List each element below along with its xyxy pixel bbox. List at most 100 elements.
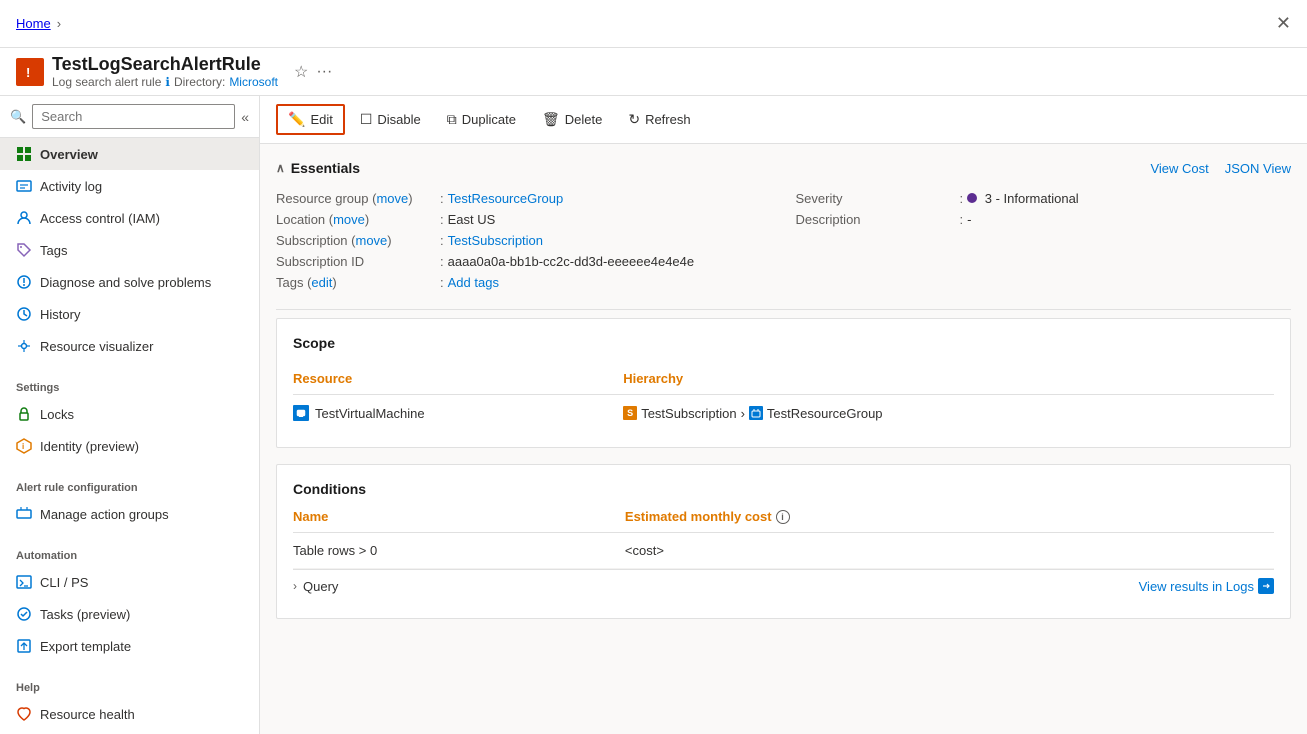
breadcrumb-chevron: › bbox=[57, 16, 61, 31]
conditions-row-cost: <cost> bbox=[625, 533, 1274, 569]
conditions-card: Conditions Name Estimated monthly cost i bbox=[276, 464, 1291, 619]
svg-text:!: ! bbox=[26, 65, 30, 80]
sidebar-item-history[interactable]: History bbox=[0, 298, 259, 330]
locks-icon bbox=[16, 406, 32, 422]
sidebar-item-diagnose[interactable]: Diagnose and solve problems bbox=[0, 266, 259, 298]
sidebar-item-label: Tags bbox=[40, 243, 67, 258]
subtitle-text: Log search alert rule bbox=[52, 75, 161, 89]
automation-section-label: Automation bbox=[0, 538, 259, 566]
essentials-collapse-icon[interactable]: ∧ bbox=[276, 161, 285, 175]
sidebar-item-locks[interactable]: Locks bbox=[0, 398, 259, 430]
directory-label: Directory: bbox=[174, 75, 225, 89]
resource-title: TestLogSearchAlertRule bbox=[52, 54, 278, 75]
scroll-indicator-down: ▼ bbox=[0, 730, 259, 734]
breadcrumb-home[interactable]: Home bbox=[16, 16, 51, 31]
rg-value-link[interactable]: TestResourceGroup bbox=[448, 191, 564, 206]
sidebar-item-manage-action[interactable]: Manage action groups bbox=[0, 498, 259, 530]
more-options-button[interactable]: ··· bbox=[316, 63, 332, 81]
sidebar-item-export[interactable]: Export template bbox=[0, 630, 259, 662]
sidebar-item-visualizer[interactable]: Resource visualizer bbox=[0, 330, 259, 362]
sub-label: Subscription (move) bbox=[276, 233, 436, 248]
sidebar-item-label: Tasks (preview) bbox=[40, 607, 130, 622]
duplicate-button[interactable]: ⧉ Duplicate bbox=[436, 105, 527, 134]
search-input[interactable] bbox=[32, 104, 235, 129]
sidebar-item-label: Resource visualizer bbox=[40, 339, 153, 354]
svg-text:i: i bbox=[22, 442, 24, 451]
scope-resource: TestVirtualMachine bbox=[293, 405, 623, 421]
essentials-row-location: Location (move) : East US bbox=[276, 209, 772, 230]
refresh-button[interactable]: ↻ Refresh bbox=[617, 105, 701, 134]
scope-table: Resource Hierarchy bbox=[293, 363, 1274, 431]
iam-icon bbox=[16, 210, 32, 226]
sidebar-item-identity[interactable]: i Identity (preview) bbox=[0, 430, 259, 462]
conditions-col-name: Name bbox=[293, 501, 625, 533]
view-cost-link[interactable]: View Cost bbox=[1150, 161, 1208, 176]
hierarchy-rg: TestResourceGroup bbox=[767, 406, 883, 421]
add-tags-link[interactable]: Add tags bbox=[448, 275, 499, 290]
edit-icon: ✏️ bbox=[288, 111, 305, 128]
essentials-row-sub: Subscription (move) : TestSubscription bbox=[276, 230, 772, 251]
sidebar: 🔍 « Overview Activity log bbox=[0, 96, 260, 734]
identity-icon: i bbox=[16, 438, 32, 454]
cost-info-icon[interactable]: i bbox=[776, 510, 790, 524]
json-view-link[interactable]: JSON View bbox=[1225, 161, 1291, 176]
sidebar-item-tasks[interactable]: Tasks (preview) bbox=[0, 598, 259, 630]
tags-value: Add tags bbox=[448, 275, 499, 290]
sub-move-link[interactable]: move bbox=[355, 233, 387, 248]
history-icon bbox=[16, 306, 32, 322]
essentials-grid: Resource group (move) : TestResourceGrou… bbox=[276, 188, 1291, 293]
essentials-links: View Cost JSON View bbox=[1150, 161, 1291, 176]
edit-button[interactable]: ✏️ Edit bbox=[276, 104, 345, 135]
tags-edit-link[interactable]: edit bbox=[311, 275, 332, 290]
resource-subtitle: Log search alert rule ℹ Directory: Micro… bbox=[52, 75, 278, 89]
sidebar-collapse-button[interactable]: « bbox=[241, 109, 249, 125]
rg-label: Resource group (move) bbox=[276, 191, 436, 206]
close-button[interactable]: ✕ bbox=[1276, 13, 1291, 34]
severity-dot bbox=[967, 193, 977, 203]
severity-value: 3 - Informational bbox=[967, 191, 1079, 206]
rg-value: TestResourceGroup bbox=[448, 191, 564, 206]
sidebar-item-label: Activity log bbox=[40, 179, 102, 194]
sidebar-item-label: Locks bbox=[40, 407, 74, 422]
sidebar-search-container: 🔍 « bbox=[0, 96, 259, 138]
export-icon bbox=[16, 638, 32, 654]
manage-icon bbox=[16, 506, 32, 522]
hierarchy-arrow: › bbox=[741, 406, 745, 421]
query-left: › Query bbox=[293, 579, 338, 594]
sidebar-item-label: Diagnose and solve problems bbox=[40, 275, 211, 290]
breadcrumb: Home › bbox=[16, 16, 63, 31]
disable-button[interactable]: ☐ Disable bbox=[349, 105, 432, 134]
settings-section-label: Settings bbox=[0, 370, 259, 398]
alert-section-label: Alert rule configuration bbox=[0, 470, 259, 498]
essentials-row-tags: Tags (edit) : Add tags bbox=[276, 272, 772, 293]
sidebar-item-iam[interactable]: Access control (IAM) bbox=[0, 202, 259, 234]
resource-header: ! TestLogSearchAlertRule Log search aler… bbox=[0, 48, 1307, 96]
scope-row: TestVirtualMachine S TestSubscription › bbox=[293, 395, 1274, 432]
rg-move-link[interactable]: move bbox=[376, 191, 408, 206]
query-label: Query bbox=[303, 579, 338, 594]
sidebar-item-tags[interactable]: Tags bbox=[0, 234, 259, 266]
sidebar-item-resource-health[interactable]: Resource health bbox=[0, 698, 259, 730]
sidebar-item-activity-log[interactable]: Activity log bbox=[0, 170, 259, 202]
delete-button[interactable]: 🗑 Delete bbox=[531, 105, 613, 134]
resource-group-icon bbox=[749, 406, 763, 420]
essentials-title: ∧ Essentials bbox=[276, 160, 360, 176]
essentials-divider bbox=[276, 309, 1291, 310]
favorite-button[interactable]: ☆ bbox=[294, 62, 308, 82]
location-move-link[interactable]: move bbox=[333, 212, 365, 227]
sidebar-item-cli[interactable]: CLI / PS bbox=[0, 566, 259, 598]
resource-title-block: TestLogSearchAlertRule Log search alert … bbox=[52, 54, 278, 89]
location-value: East US bbox=[448, 212, 496, 227]
scope-card: Scope Resource Hierarchy bbox=[276, 318, 1291, 448]
query-chevron-icon[interactable]: › bbox=[293, 579, 297, 593]
sub-value-link[interactable]: TestSubscription bbox=[448, 233, 543, 248]
view-results-link[interactable]: View results in Logs bbox=[1139, 578, 1274, 594]
activity-log-icon bbox=[16, 178, 32, 194]
sidebar-item-overview[interactable]: Overview bbox=[0, 138, 259, 170]
subid-value: aaaa0a0a-bb1b-cc2c-dd3d-eeeeee4e4e4e bbox=[448, 254, 695, 269]
subid-label: Subscription ID bbox=[276, 254, 436, 269]
tags-label: Tags (edit) bbox=[276, 275, 436, 290]
scope-col-resource: Resource bbox=[293, 363, 623, 395]
resource-icon: ! bbox=[16, 58, 44, 86]
sidebar-item-label: History bbox=[40, 307, 80, 322]
